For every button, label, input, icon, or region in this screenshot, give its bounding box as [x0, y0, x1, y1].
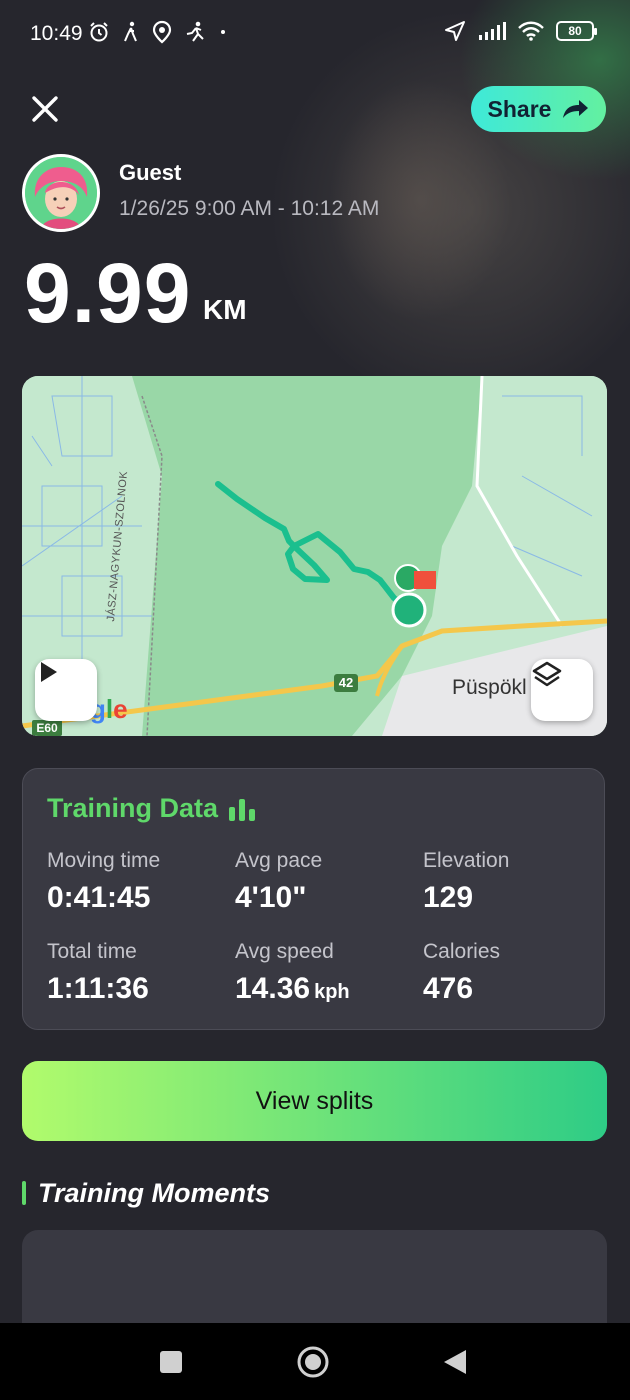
activity-date-range: 1/26/25 9:00 AM - 10:12 AM — [119, 197, 380, 220]
square-icon[interactable] — [156, 1347, 186, 1377]
stat-number: 1:11:36 — [47, 972, 149, 1005]
status-time: 10:49 — [30, 22, 83, 45]
training-data-title: Training Data — [47, 793, 258, 824]
distance-value: 9.99 — [24, 246, 192, 340]
stat-moving-time: Moving time 0:41:45 — [47, 849, 227, 915]
stat-number: 0:41:45 — [47, 881, 151, 914]
stat-value: 0:41:45 — [47, 881, 227, 915]
stat-number: 476 — [423, 972, 474, 1005]
navigation-icon — [445, 21, 465, 41]
walk-icon — [124, 21, 137, 42]
wifi-icon — [518, 21, 544, 41]
stat-elevation: Elevation 129 — [423, 849, 603, 915]
avatar-illustration — [25, 157, 97, 229]
alarm-icon — [90, 22, 108, 42]
stat-avg-speed: Avg speed 14.36 kph — [235, 940, 415, 1006]
dot-icon — [221, 30, 225, 34]
battery-icon: 80 — [556, 21, 597, 41]
distance-unit: KM — [203, 294, 247, 325]
stat-total-time: Total time 1:11:36 — [47, 940, 227, 1006]
training-moments-header: Training Moments — [22, 1178, 270, 1208]
route-map[interactable]: JÁSZ-NAGYKUN-SZOLNOK 42 Püspökl Google E… — [22, 376, 607, 736]
stat-value: 4'10" — [235, 881, 415, 915]
stat-label: Total time — [47, 940, 137, 963]
status-icons-left — [88, 20, 228, 44]
stat-label: Avg speed — [235, 940, 334, 963]
stat-value: 476 — [423, 972, 603, 1006]
stat-calories: Calories 476 — [423, 940, 603, 1006]
close-icon[interactable] — [30, 94, 60, 124]
stat-label: Elevation — [423, 849, 510, 872]
map-layers-button[interactable] — [531, 659, 593, 721]
bar-chart-icon — [229, 798, 256, 821]
stat-label: Moving time — [47, 849, 161, 872]
share-arrow-icon — [563, 100, 589, 118]
stat-avg-pace: Avg pace 4'10" — [235, 849, 415, 915]
training-data-title-text: Training Data — [47, 793, 219, 823]
stat-unit: kph — [314, 981, 350, 1003]
stat-label: Calories — [423, 940, 501, 963]
status-bar: 10:49 80 — [0, 0, 630, 70]
stat-value: 129 — [423, 881, 603, 915]
triangle-back-icon[interactable] — [440, 1347, 470, 1377]
stat-value: 14.36 kph — [235, 972, 415, 1006]
run-icon — [186, 21, 204, 42]
map-euro-route: E60 — [32, 720, 62, 736]
system-nav-bar — [0, 1323, 630, 1400]
circle-icon[interactable] — [296, 1345, 330, 1379]
user-name: Guest — [119, 160, 182, 185]
map-town-label: Püspökl — [452, 676, 527, 699]
status-icons-right: 80 — [444, 20, 597, 42]
stat-value: 1:11:36 — [47, 972, 227, 1006]
stat-number: 129 — [423, 881, 474, 914]
share-button[interactable]: Share — [471, 86, 606, 132]
share-label: Share — [487, 95, 552, 122]
training-data-card: Training Data Moving time 0:41:45 Avg pa… — [22, 768, 605, 1030]
section-accent-bar — [22, 1181, 26, 1205]
stat-number: 14.36 — [235, 972, 311, 1005]
location-icon — [152, 20, 172, 44]
signal-icon — [479, 22, 506, 40]
stat-label: Avg pace — [235, 849, 323, 872]
map-road-number: 42 — [334, 674, 358, 692]
training-moments-title: Training Moments — [38, 1177, 271, 1208]
layers-icon — [532, 661, 562, 687]
avatar — [22, 154, 100, 232]
map-play-button[interactable] — [35, 659, 97, 721]
stat-number: 4'10" — [235, 881, 307, 914]
view-splits-button[interactable]: View splits — [22, 1061, 607, 1141]
play-icon — [41, 662, 57, 682]
